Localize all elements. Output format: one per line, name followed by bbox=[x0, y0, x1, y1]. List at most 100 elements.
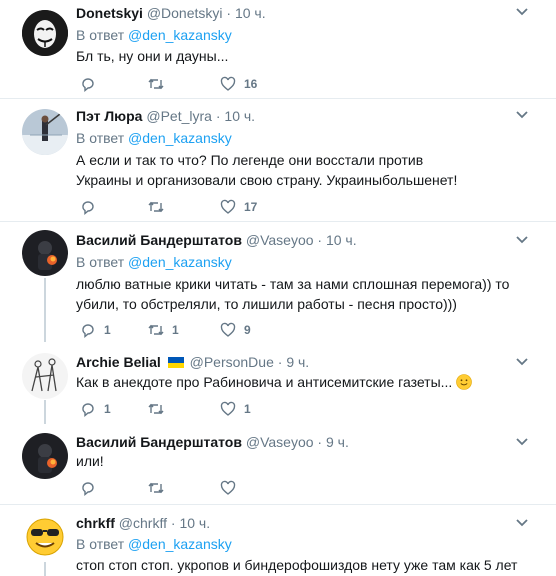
tweet-actions: 1 1 bbox=[76, 400, 436, 418]
timestamp[interactable]: 9 ч. bbox=[286, 354, 309, 370]
tweet[interactable]: Пэт Люра @Pet_lyra · 10 ч. В ответ @den_… bbox=[0, 99, 556, 221]
tweet-text: люблю ватные крики читать - там за нами … bbox=[76, 276, 510, 312]
mention-link[interactable]: @den_kazansky bbox=[128, 130, 232, 146]
tweet[interactable]: Donetskyi @Donetskyi · 10 ч. В ответ @de… bbox=[0, 0, 556, 98]
heart-icon bbox=[220, 322, 236, 337]
like-button[interactable]: 9 bbox=[220, 321, 251, 339]
heart-icon bbox=[220, 199, 236, 214]
avatar[interactable] bbox=[22, 10, 68, 56]
timestamp[interactable]: 10 ч. bbox=[326, 232, 357, 248]
tweet[interactable]: chrkff @chrkff · 10 ч. В ответ @den_kaza… bbox=[0, 505, 556, 576]
avatar[interactable] bbox=[22, 353, 68, 399]
retweet-icon bbox=[148, 78, 164, 90]
reply-button[interactable] bbox=[80, 198, 104, 216]
display-name[interactable]: Василий Бандерштатов bbox=[76, 434, 242, 450]
replying-to: В ответ @den_kazansky bbox=[76, 129, 232, 147]
more-options-caret[interactable] bbox=[516, 438, 528, 450]
guy-fawkes-mask-icon bbox=[22, 10, 68, 56]
chevron-down-icon bbox=[516, 438, 528, 446]
replying-to: В ответ @den_kazansky bbox=[76, 26, 232, 44]
tweet-header: Donetskyi @Donetskyi · 10 ч. bbox=[76, 4, 266, 22]
reply-count: 1 bbox=[104, 402, 111, 416]
like-button[interactable]: 16 bbox=[220, 75, 257, 93]
avatar[interactable] bbox=[22, 109, 68, 155]
more-options-caret[interactable] bbox=[516, 358, 528, 370]
user-handle[interactable]: @chrkff bbox=[119, 515, 167, 531]
separator-dot: · bbox=[215, 108, 221, 124]
display-name[interactable]: Donetskyi bbox=[76, 5, 143, 21]
tweet-text-content: Как в анекдоте про Рабиновича и антисеми… bbox=[76, 374, 453, 390]
avatar[interactable] bbox=[22, 514, 68, 560]
user-handle[interactable]: @Vaseyoo bbox=[246, 232, 314, 248]
tweet-actions: 17 bbox=[76, 198, 436, 216]
mention-link[interactable]: @den_kazansky bbox=[128, 254, 232, 270]
timestamp[interactable]: 9 ч. bbox=[326, 434, 349, 450]
display-name[interactable]: Василий Бандерштатов bbox=[76, 232, 242, 248]
chevron-down-icon bbox=[516, 519, 528, 527]
like-count: 16 bbox=[244, 77, 258, 91]
retweet-button[interactable] bbox=[148, 400, 172, 418]
tweet-text: А если и так то что? По легенде они восс… bbox=[76, 152, 458, 188]
replying-prefix: В ответ bbox=[76, 27, 129, 43]
tweet-header: Пэт Люра @Pet_lyra · 10 ч. bbox=[76, 107, 255, 125]
heart-icon bbox=[220, 480, 236, 495]
tweet-actions: 1 1 9 bbox=[76, 321, 436, 339]
display-name[interactable]: chrkff bbox=[76, 515, 115, 531]
separator-dot: · bbox=[317, 232, 323, 248]
retweet-button[interactable] bbox=[148, 198, 172, 216]
retweet-icon bbox=[148, 201, 164, 213]
reply-button[interactable] bbox=[80, 75, 104, 93]
user-handle[interactable]: @Donetskyi bbox=[147, 5, 223, 21]
user-handle[interactable]: @Pet_lyra bbox=[146, 108, 212, 124]
tweet-text: или! bbox=[76, 453, 104, 469]
reply-button[interactable]: 1 bbox=[80, 400, 111, 418]
like-button[interactable]: 17 bbox=[220, 198, 257, 216]
replying-to: В ответ @den_kazansky bbox=[76, 535, 232, 553]
replying-prefix: В ответ bbox=[76, 254, 129, 270]
like-count: 9 bbox=[244, 323, 251, 337]
like-button[interactable]: 1 bbox=[220, 400, 251, 418]
retweet-icon bbox=[148, 482, 164, 494]
chevron-down-icon bbox=[516, 8, 528, 16]
like-button[interactable] bbox=[220, 479, 244, 497]
timestamp[interactable]: 10 ч. bbox=[224, 108, 255, 124]
chevron-down-icon bbox=[516, 111, 528, 119]
user-handle[interactable]: @PersonDue bbox=[190, 354, 274, 370]
mention-link[interactable]: @den_kazansky bbox=[128, 536, 232, 552]
reply-count: 1 bbox=[104, 323, 111, 337]
more-options-caret[interactable] bbox=[516, 8, 528, 20]
tweet-text: Как в анекдоте про Рабиновича и антисеми… bbox=[76, 372, 536, 392]
retweet-button[interactable]: 1 bbox=[148, 321, 179, 339]
tweet[interactable]: Василий Бандерштатов @Vaseyoo · 9 ч. или… bbox=[0, 424, 556, 504]
replying-prefix: В ответ bbox=[76, 130, 129, 146]
dark-fire-avatar-icon bbox=[22, 433, 68, 479]
retweet-button[interactable] bbox=[148, 479, 172, 497]
tweet[interactable]: Василий Бандерштатов @Vaseyoo · 10 ч. В … bbox=[0, 222, 556, 344]
chevron-down-icon bbox=[516, 236, 528, 244]
tweet[interactable]: Archie Belial @PersonDue · 9 ч. Как в ан… bbox=[0, 344, 556, 424]
sketch-figures-avatar-icon bbox=[22, 353, 68, 399]
reply-button[interactable] bbox=[80, 479, 104, 497]
avatar[interactable] bbox=[22, 230, 68, 276]
avatar[interactable] bbox=[22, 433, 68, 479]
ukraine-flag-icon bbox=[167, 357, 184, 368]
user-handle[interactable]: @Vaseyoo bbox=[246, 434, 314, 450]
reply-button[interactable]: 1 bbox=[80, 321, 111, 339]
dark-fire-avatar-icon bbox=[22, 230, 68, 276]
sunglasses-smiley-avatar-icon bbox=[22, 514, 68, 560]
display-name[interactable]: Archie Belial bbox=[76, 354, 161, 370]
timestamp[interactable]: 10 ч. bbox=[235, 5, 266, 21]
replying-to: В ответ @den_kazansky bbox=[76, 253, 232, 271]
tweet-actions: 16 bbox=[76, 75, 436, 93]
separator-dot: · bbox=[226, 5, 232, 21]
display-name[interactable]: Пэт Люра bbox=[76, 108, 142, 124]
more-options-caret[interactable] bbox=[516, 519, 528, 531]
more-options-caret[interactable] bbox=[516, 236, 528, 248]
replying-prefix: В ответ bbox=[76, 536, 129, 552]
tweet-header: chrkff @chrkff · 10 ч. bbox=[76, 514, 210, 532]
timestamp[interactable]: 10 ч. bbox=[179, 515, 210, 531]
retweet-button[interactable] bbox=[148, 75, 172, 93]
retweet-icon bbox=[148, 403, 164, 415]
more-options-caret[interactable] bbox=[516, 111, 528, 123]
mention-link[interactable]: @den_kazansky bbox=[128, 27, 232, 43]
